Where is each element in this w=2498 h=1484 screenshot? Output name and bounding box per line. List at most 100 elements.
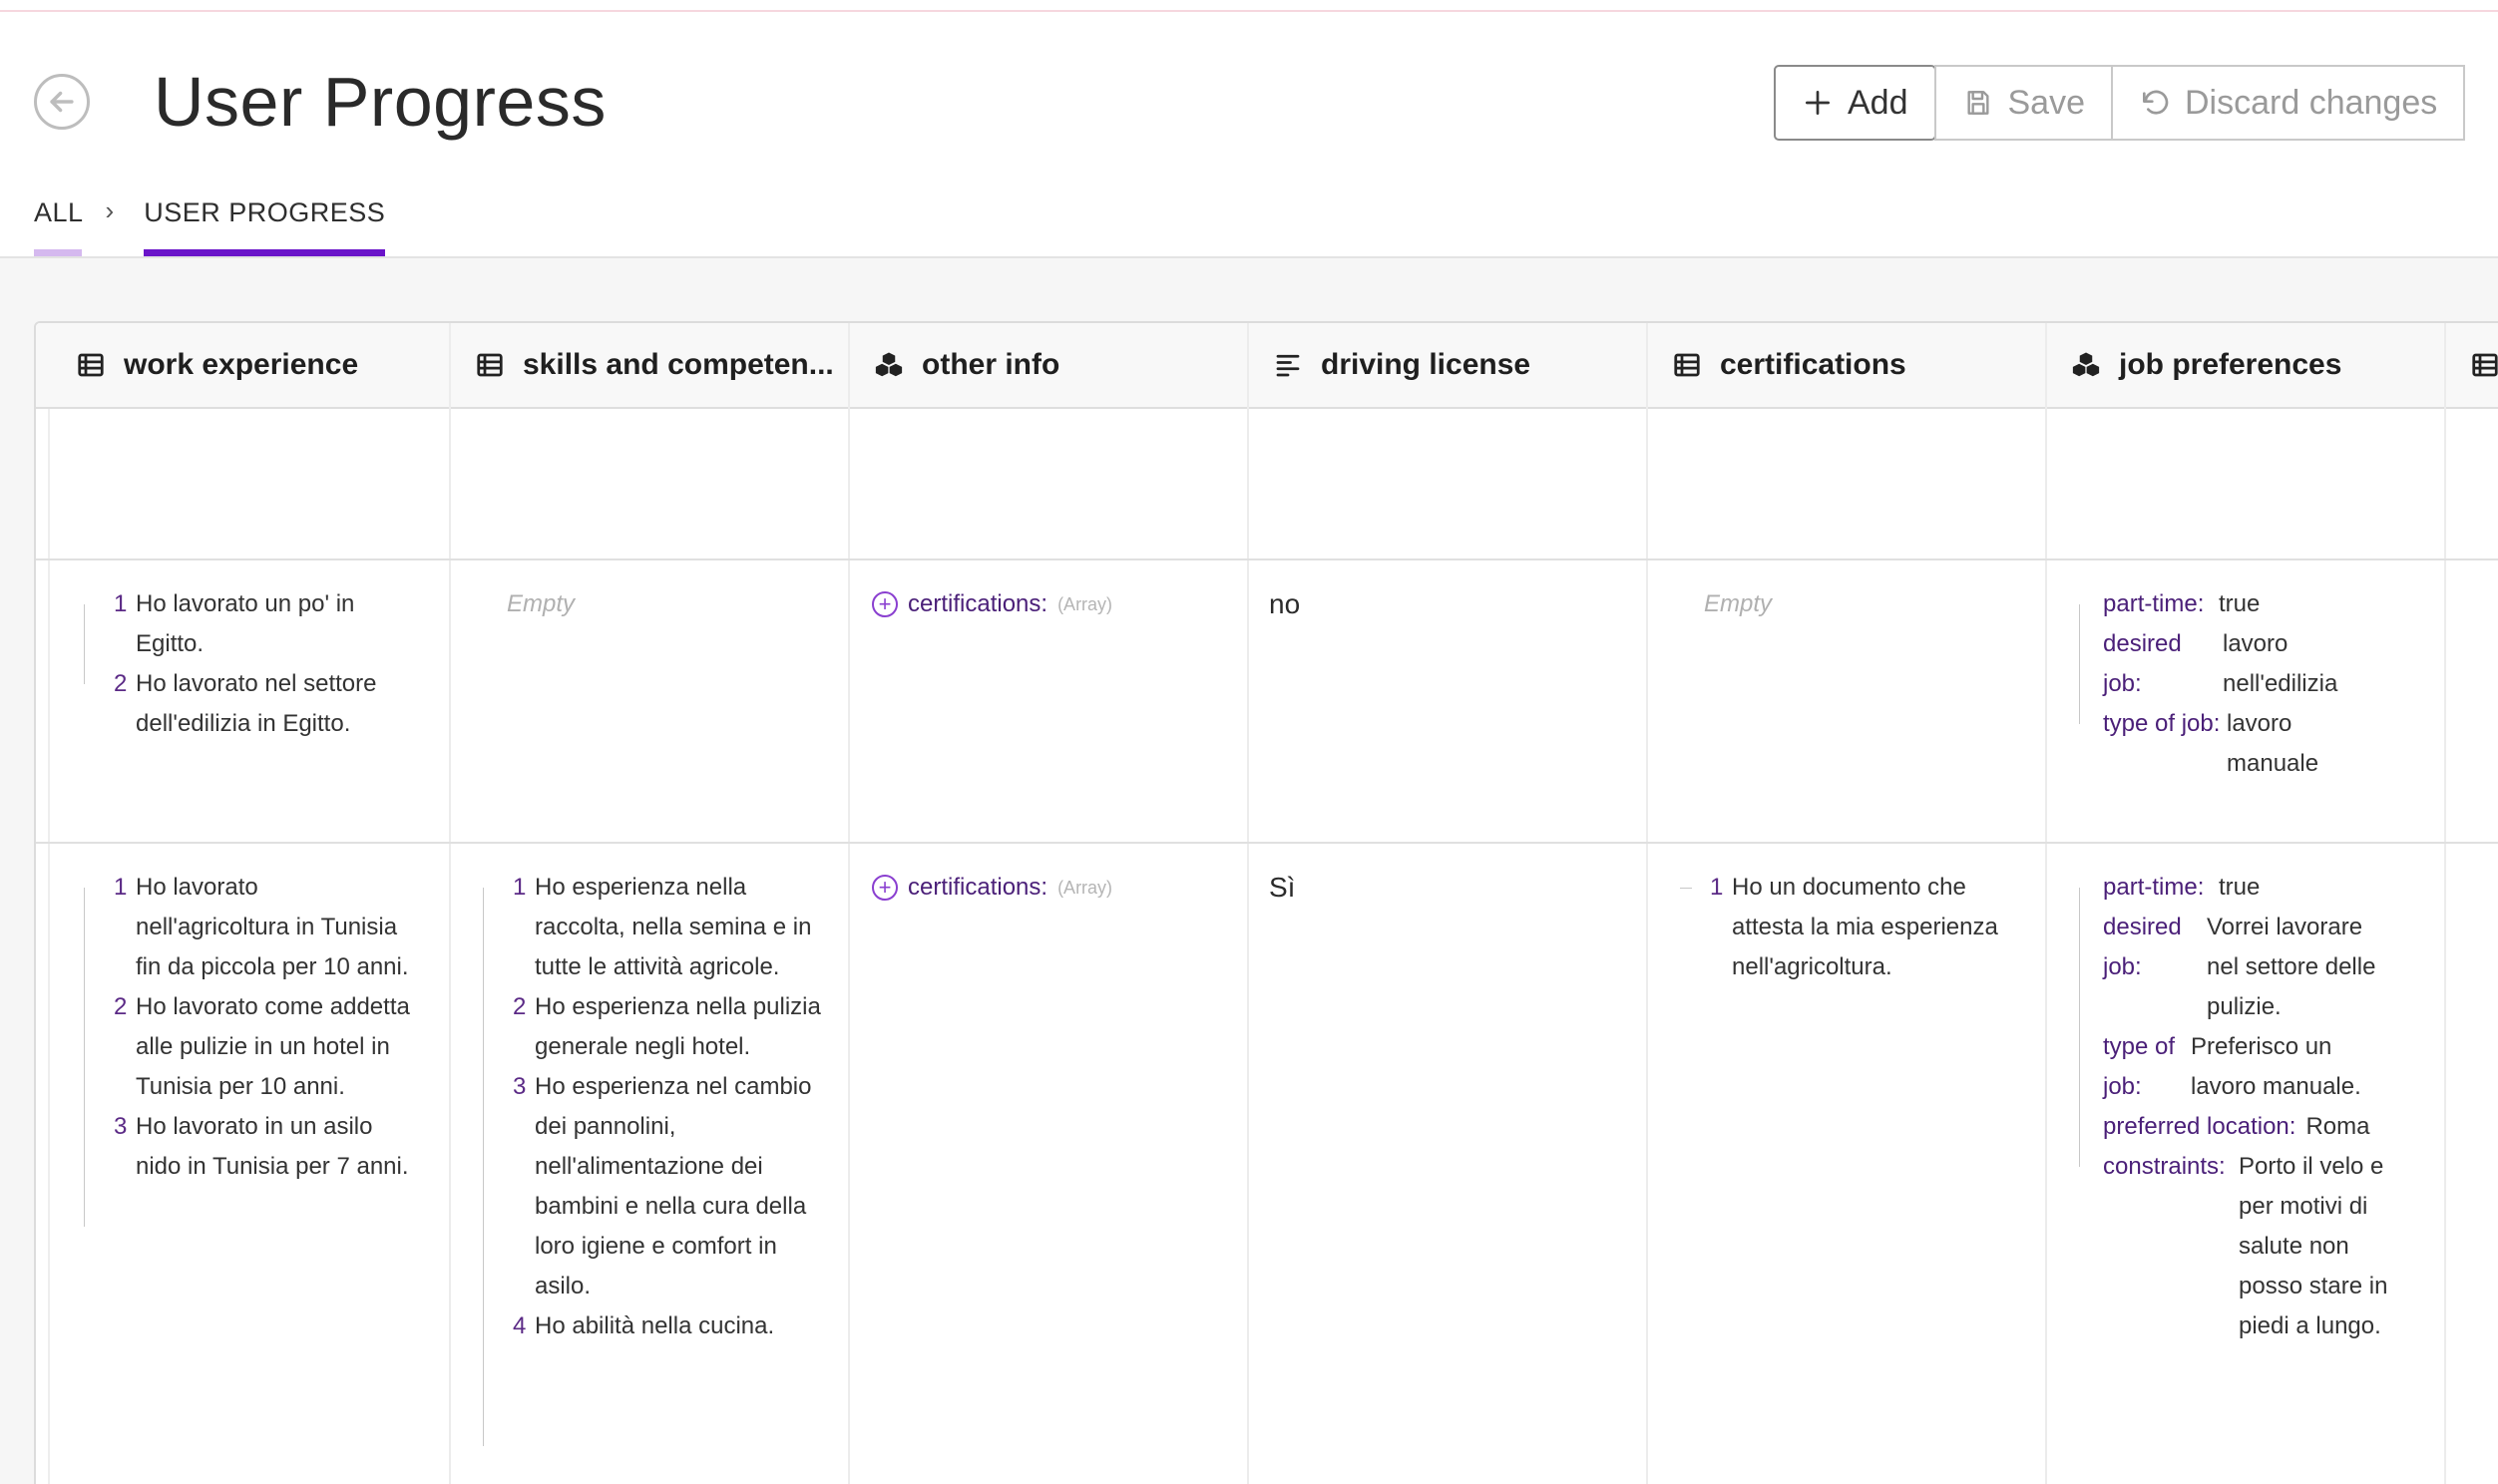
row-divider: [36, 558, 2498, 560]
item-number: 1: [1710, 874, 1724, 901]
item-number: 4: [513, 1312, 527, 1339]
item-number: 2: [114, 670, 128, 697]
field-key: desired job:: [2103, 630, 2182, 697]
item-text: Ho lavorato nell'agricoltura in Tunisia …: [136, 874, 409, 980]
item-number: 3: [114, 1113, 128, 1140]
tree-guide: [2079, 604, 2091, 724]
column-header-certifications[interactable]: certifications: [1632, 323, 2031, 407]
column-divider: [449, 323, 451, 1484]
expand-plus-icon: +: [872, 875, 898, 901]
object-field: desired job: lavoro nell'edilizia: [2079, 624, 2428, 704]
cell-work-experience[interactable]: 1 Ho lavorato un po' in Egitto. 2 Ho lav…: [84, 584, 403, 744]
item-text: Ho esperienza nella raccolta, nella semi…: [535, 874, 812, 980]
table-header: work experience skills and competen... o…: [36, 323, 2498, 409]
column-divider: [1646, 323, 1648, 1484]
list-item: 1 Ho esperienza nella raccolta, nella se…: [483, 868, 832, 987]
column-label: certifications: [1720, 348, 1906, 381]
list-item: 1 Ho lavorato un po' in Egitto.: [84, 584, 403, 664]
object-field: part-time: true: [2079, 868, 2438, 908]
table-icon: [2472, 353, 2498, 377]
column-header-skills[interactable]: skills and competen...: [435, 323, 834, 407]
item-number: 1: [513, 874, 527, 901]
table-icon: [78, 353, 104, 377]
field-key: certifications:: [908, 874, 1048, 901]
item-text: Ho lavorato un po' in Egitto.: [136, 590, 355, 657]
field-type: (Array): [1057, 594, 1113, 614]
column-label: skills and competen...: [523, 348, 834, 381]
cell-job-preferences[interactable]: part-time: true desired job: lavoro nell…: [2079, 584, 2428, 784]
column-divider: [2444, 323, 2446, 1484]
expand-certifications[interactable]: + certifications: (Array): [872, 584, 1231, 624]
data-table: work experience skills and competen... o…: [34, 321, 2498, 1484]
column-header-other-info[interactable]: other info: [834, 323, 1233, 407]
plus-icon: [1806, 91, 1830, 115]
item-text: Ho esperienza nella pulizia generale neg…: [535, 993, 821, 1060]
cell-certifications[interactable]: 1 Ho un documento che attesta la mia esp…: [1680, 868, 2019, 987]
add-button-label: Add: [1848, 83, 1908, 122]
object-field: constraints: Porto il velo e per motivi …: [2079, 1147, 2438, 1346]
field-value: true: [2219, 874, 2261, 901]
object-field: type of job: Preferisco un lavoro manual…: [2079, 1027, 2438, 1107]
item-number: 2: [114, 993, 128, 1020]
item-text: Ho esperienza nel cambio dei pannolini, …: [535, 1073, 812, 1299]
list-item: 3 Ho lavorato in un asilo nido in Tunisi…: [84, 1107, 413, 1187]
column-header-next[interactable]: [2430, 323, 2498, 407]
row-divider: [36, 842, 2498, 844]
field-key: part-time:: [2103, 590, 2205, 617]
cell-other-info[interactable]: + certifications: (Array): [872, 584, 1231, 624]
cell-work-experience[interactable]: 1 Ho lavorato nell'agricoltura in Tunisi…: [84, 868, 413, 1227]
object-field: preferred location: Roma: [2079, 1107, 2438, 1147]
column-label: other info: [922, 348, 1060, 381]
list-item: 2 Ho esperienza nella pulizia generale n…: [483, 987, 832, 1067]
breadcrumb-all-label: ALL: [34, 197, 84, 227]
object-field: desired job: Vorrei lavorare nel settore…: [2079, 908, 2438, 1027]
list-item: 2 Ho lavorato nel settore dell'edilizia …: [84, 664, 403, 744]
item-text: Ho abilità nella cucina.: [535, 1312, 775, 1339]
breadcrumb-all[interactable]: ALL: [34, 195, 84, 257]
column-header-work-experience[interactable]: work experience: [36, 323, 435, 407]
object-icon: [2072, 352, 2100, 377]
field-key: certifications:: [908, 590, 1048, 617]
cell-driving-license[interactable]: no: [1269, 584, 1628, 624]
breadcrumb-user-progress[interactable]: USER PROGRESS: [144, 195, 386, 257]
cell-driving-license[interactable]: Sì: [1269, 868, 1628, 908]
save-button[interactable]: Save: [1933, 65, 2113, 141]
field-type: (Array): [1057, 878, 1113, 898]
chevron-right-icon: ›: [105, 195, 115, 225]
column-divider: [2045, 323, 2047, 1484]
list-item: 4 Ho abilità nella cucina.: [483, 1306, 832, 1346]
add-button[interactable]: Add: [1774, 65, 1936, 141]
page-title: User Progress: [154, 63, 607, 141]
item-text: Ho lavorato come addetta alle pulizie in…: [136, 993, 410, 1100]
column-label: work experience: [124, 348, 359, 381]
arrow-left-icon: [50, 91, 74, 113]
column-label: job preferences: [2119, 348, 2342, 381]
tree-guide: [2079, 888, 2091, 1167]
table-icon: [477, 353, 503, 377]
discard-changes-button[interactable]: Discard changes: [2111, 65, 2466, 141]
breadcrumb-current-label: USER PROGRESS: [144, 197, 386, 227]
field-key: desired job:: [2103, 914, 2182, 980]
cell-job-preferences[interactable]: part-time: true desired job: Vorrei lavo…: [2079, 868, 2438, 1346]
column-header-job-preferences[interactable]: job preferences: [2031, 323, 2430, 407]
field-value: Vorrei lavorare nel settore delle pulizi…: [2207, 914, 2376, 1020]
save-icon: [1966, 91, 1989, 115]
cell-skills[interactable]: 1 Ho esperienza nella raccolta, nella se…: [483, 868, 832, 1446]
cell-skills-empty[interactable]: Empty: [483, 584, 822, 624]
item-number: 2: [513, 993, 527, 1020]
field-key: preferred location:: [2103, 1113, 2296, 1140]
list-item: 1 Ho un documento che attesta la mia esp…: [1680, 868, 2019, 987]
field-key: constraints:: [2103, 1153, 2226, 1180]
object-field: part-time: true: [2079, 584, 2428, 624]
item-text: Ho lavorato nel settore dell'edilizia in…: [136, 670, 377, 737]
column-header-driving-license[interactable]: driving license: [1233, 323, 1632, 407]
toolbar: Add Save Discard changes: [1774, 65, 2466, 141]
expand-certifications[interactable]: + certifications: (Array): [872, 868, 1231, 908]
cell-certifications-empty[interactable]: Empty: [1680, 584, 2019, 624]
item-text: Ho un documento che attesta la mia esper…: [1732, 874, 1998, 980]
cell-other-info[interactable]: + certifications: (Array): [872, 868, 1231, 908]
field-key: part-time:: [2103, 874, 2205, 901]
discard-button-label: Discard changes: [2185, 83, 2438, 122]
list-item: 3 Ho esperienza nel cambio dei pannolini…: [483, 1067, 832, 1306]
back-button[interactable]: [34, 74, 90, 130]
